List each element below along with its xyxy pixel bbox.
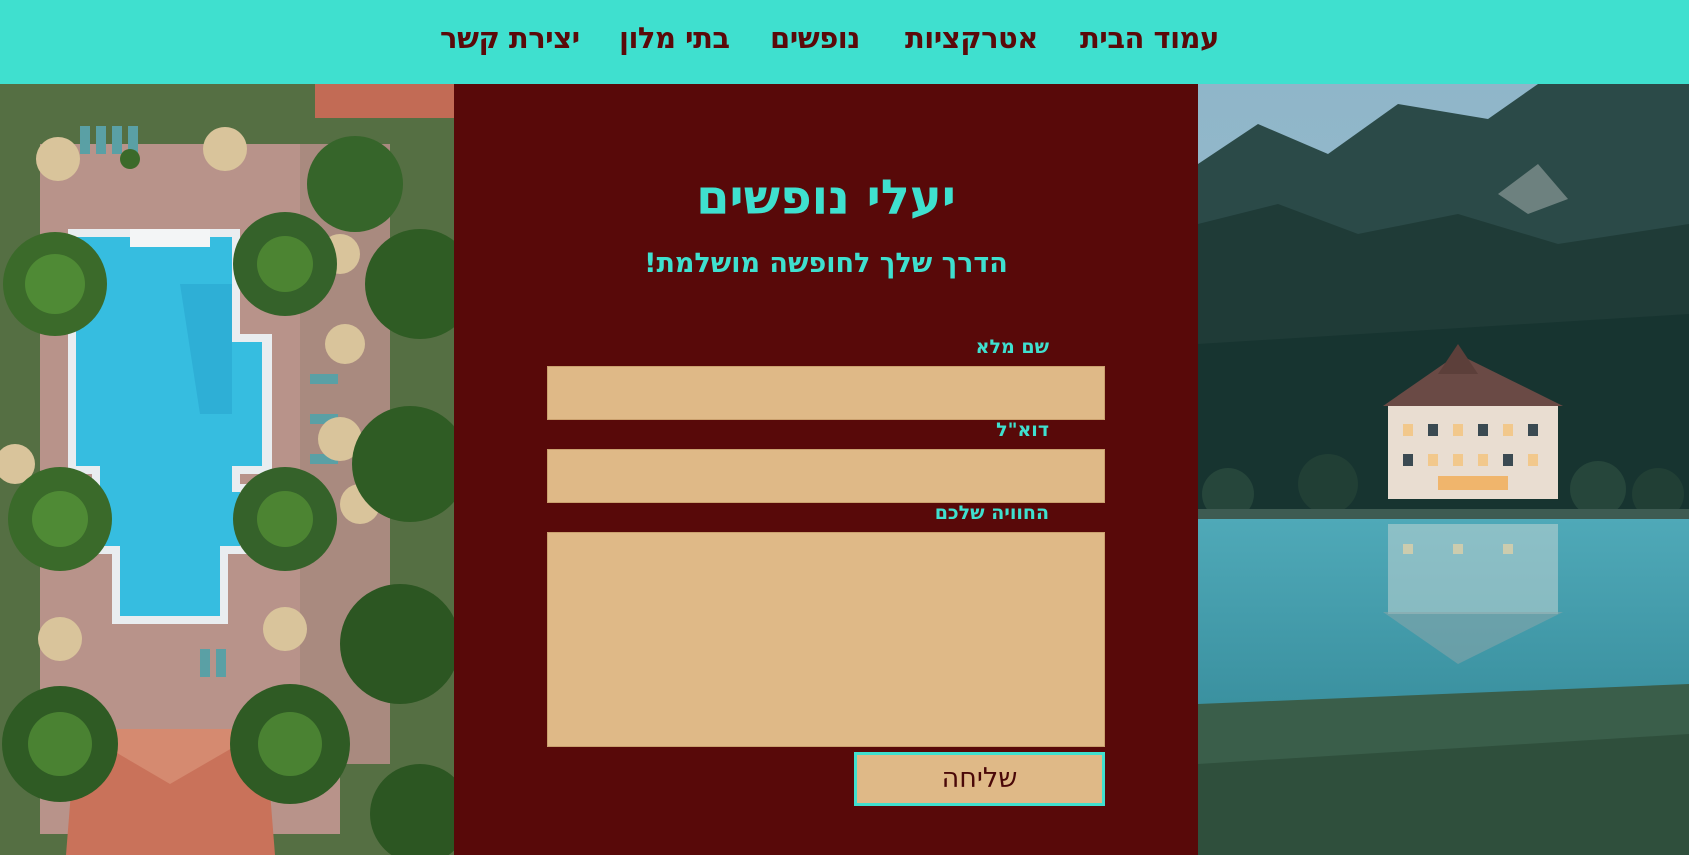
fullname-label: שם מלא bbox=[975, 336, 1049, 358]
nav-item-attractions[interactable]: אטרקציות bbox=[905, 18, 1038, 58]
top-navbar: עמוד הבית אטרקציות נופשים בתי מלון יצירת… bbox=[0, 0, 1689, 84]
resort-pool-illustration bbox=[0, 84, 454, 855]
submit-button[interactable]: שליחה bbox=[854, 752, 1105, 806]
email-label: דוא"ל bbox=[996, 419, 1049, 441]
nav-item-contact[interactable]: יצירת קשר bbox=[440, 18, 580, 58]
experience-label: החוויה שלכם bbox=[934, 502, 1049, 524]
email-field[interactable] bbox=[547, 449, 1105, 503]
nav-item-vacations[interactable]: נופשים bbox=[770, 18, 860, 58]
brand-title: יעלי נופשים bbox=[696, 170, 956, 226]
fullname-field[interactable] bbox=[547, 366, 1105, 420]
lakeside-hotel-illustration bbox=[1198, 84, 1689, 855]
experience-textarea[interactable] bbox=[547, 532, 1105, 747]
lakeside-hotel-image bbox=[1198, 84, 1689, 855]
resort-pool-aerial-image bbox=[0, 84, 454, 855]
nav-item-home[interactable]: עמוד הבית bbox=[1080, 18, 1219, 58]
contact-panel: יעלי נופשים הדרך שלך לחופשה מושלמת! שם מ… bbox=[454, 84, 1198, 855]
brand-subtitle: הדרך שלך לחופשה מושלמת! bbox=[644, 248, 1008, 279]
nav-item-hotels[interactable]: בתי מלון bbox=[619, 18, 730, 58]
